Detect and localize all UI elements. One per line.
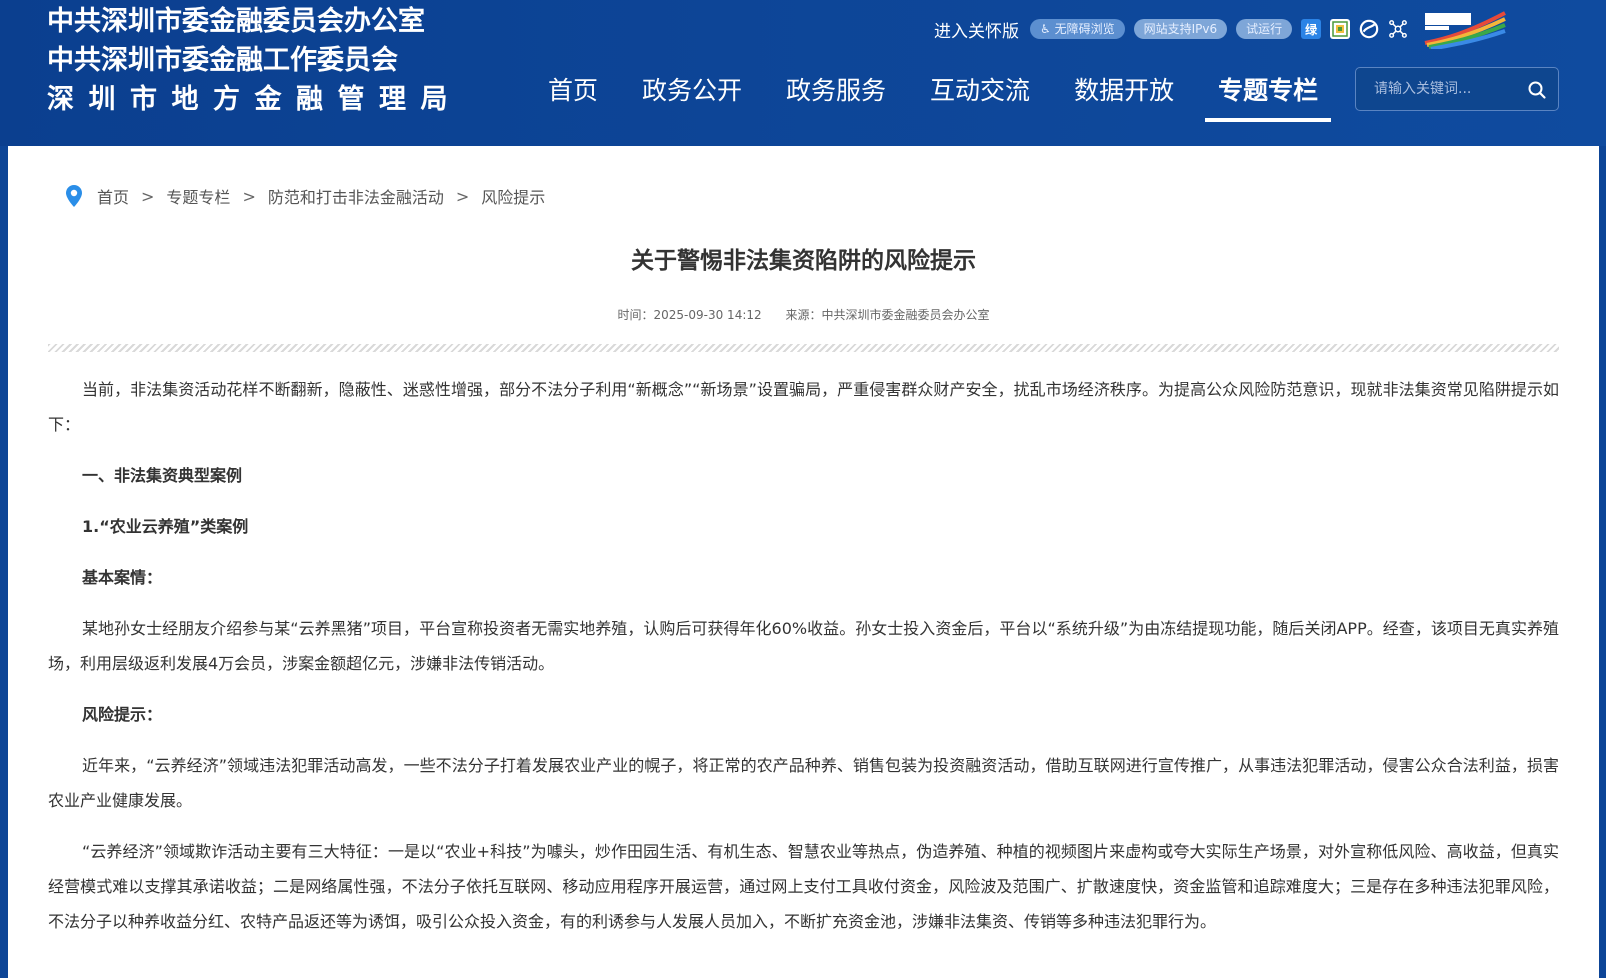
breadcrumb-separator: > bbox=[141, 186, 155, 206]
article-source: 来源：中共深圳市委金融委员会办公室 bbox=[785, 308, 990, 322]
article-subheading: 一、非法集资典型案例 bbox=[82, 466, 243, 485]
shenzhen-brand-logo bbox=[1421, 9, 1509, 51]
nav-item-2[interactable]: 政务服务 bbox=[773, 66, 899, 122]
article-meta: 时间：2025-09-30 14:12 来源：中共深圳市委金融委员会办公室 bbox=[8, 306, 1599, 323]
breadcrumb-separator: > bbox=[242, 186, 256, 206]
nav-item-0[interactable]: 首页 bbox=[535, 66, 611, 122]
breadcrumb: 首页 > 专题专栏 > 防范和打击非法金融活动 > 风险提示 bbox=[65, 182, 545, 210]
nav-item-3[interactable]: 互动交流 bbox=[917, 66, 1043, 122]
breadcrumb-home[interactable]: 首页 bbox=[97, 184, 129, 208]
share-network-icon[interactable] bbox=[1388, 19, 1408, 39]
accessible-browse-label: 无障碍浏览 bbox=[1054, 22, 1115, 36]
logo-line-3: 深圳市地方金融管理局 bbox=[47, 84, 462, 115]
article-paragraph: “云养经济”领域欺诈活动主要有三大特征：一是以“农业+科技”为噱头，炒作田园生活… bbox=[48, 842, 1559, 931]
article-paragraph: 近年来，“云养经济”领域违法犯罪活动高发，一些不法分子打着发展农业产业的幌子，将… bbox=[48, 756, 1559, 810]
search-box bbox=[1355, 67, 1559, 111]
main-nav: 首页 政务公开 政务服务 互动交流 数据开放 专题专栏 bbox=[535, 66, 1349, 122]
logo-line-2: 中共深圳市委金融工作委员会 bbox=[47, 45, 398, 76]
nav-item-4[interactable]: 数据开放 bbox=[1061, 66, 1187, 122]
weibo-icon[interactable] bbox=[1359, 19, 1379, 39]
nav-item-5[interactable]: 专题专栏 bbox=[1205, 66, 1332, 122]
article-subheading: 风险提示： bbox=[82, 705, 163, 724]
article-time: 时间：2025-09-30 14:12 bbox=[617, 308, 762, 322]
ipv6-badge[interactable]: 网站支持IPv6 bbox=[1133, 19, 1228, 39]
breadcrumb-separator: > bbox=[455, 186, 470, 206]
content-panel: 首页 > 专题专栏 > 防范和打击非法金融活动 > 风险提示 关于警惕非法集资陷… bbox=[8, 146, 1599, 978]
location-pin-icon bbox=[65, 184, 83, 208]
article-body: 当前，非法集资活动花样不断翻新，隐蔽性、迷惑性增强，部分不法分子利用“新概念”“… bbox=[48, 372, 1559, 955]
article-subheading: 1.“农业云养殖”类案例 bbox=[82, 517, 249, 536]
nav-item-1[interactable]: 政务公开 bbox=[629, 66, 755, 122]
search-icon[interactable] bbox=[1526, 79, 1548, 101]
top-utility-bar: 进入关怀版 ♿ 无障碍浏览 网站支持IPv6 试运行 绿 bbox=[934, 11, 1509, 51]
breadcrumb-special-topics[interactable]: 专题专栏 bbox=[166, 184, 230, 208]
care-version-link[interactable]: 进入关怀版 bbox=[934, 17, 1019, 42]
breadcrumb-anti-illegal-finance[interactable]: 防范和打击非法金融活动 bbox=[268, 184, 444, 208]
site-header: 中共深圳市委金融委员会办公室 中共深圳市委金融工作委员会 深圳市地方金融管理局 … bbox=[0, 0, 1606, 146]
article-subheading: 基本案情： bbox=[82, 568, 163, 587]
article-paragraph: 当前，非法集资活动花样不断翻新，隐蔽性、迷惑性增强，部分不法分子利用“新概念”“… bbox=[48, 380, 1559, 434]
article-title: 关于警惕非法集资陷阱的风险提示 bbox=[631, 248, 976, 274]
accessible-browse-button[interactable]: ♿ 无障碍浏览 bbox=[1030, 19, 1125, 39]
wheelchair-icon: ♿ bbox=[1040, 22, 1051, 36]
trial-run-badge[interactable]: 试运行 bbox=[1236, 19, 1293, 39]
qr-code-icon[interactable] bbox=[1330, 19, 1351, 39]
search-input[interactable] bbox=[1356, 68, 1516, 110]
article-paragraph: 某地孙女士经朋友介绍参与某“云养黑猪”项目，平台宣称投资者无需实地养殖，认购后可… bbox=[48, 619, 1559, 673]
breadcrumb-risk-alert[interactable]: 风险提示 bbox=[481, 184, 545, 208]
green-mode-icon[interactable]: 绿 bbox=[1301, 19, 1322, 39]
title-divider bbox=[48, 344, 1559, 352]
site-logo[interactable]: 中共深圳市委金融委员会办公室 中共深圳市委金融工作委员会 深圳市地方金融管理局 bbox=[47, 2, 462, 119]
logo-line-1: 中共深圳市委金融委员会办公室 bbox=[47, 6, 425, 37]
